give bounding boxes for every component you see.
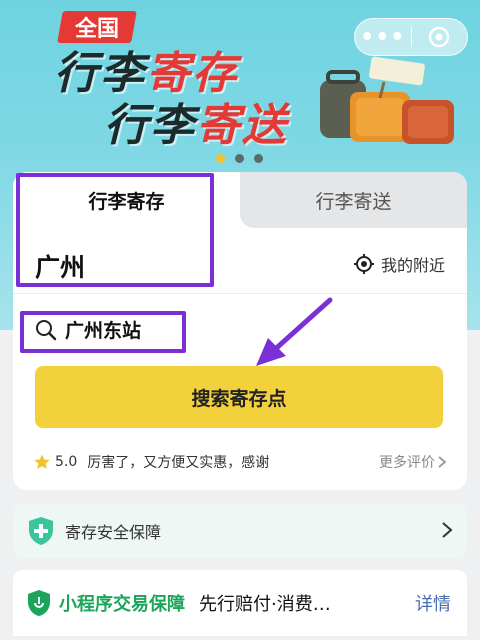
search-value: 广州东站 [65,320,142,342]
location-row: 广州 我的附近 [13,228,467,294]
transaction-guarantee-bar[interactable]: 小程序交易保障 先行赔付·消费… 详情 [13,570,467,636]
search-input[interactable]: 广州东站 [35,316,141,343]
more-reviews-label: 更多评价 [379,455,435,471]
rating-score: 5.0 [55,454,78,470]
storage-safety-bar[interactable]: 寄存安全保障 [13,504,467,558]
luggage-illustration [320,56,454,144]
more-dots-icon[interactable]: ••• [355,25,411,50]
search-card: 行李寄存 行李寄送 广州 我的附近 广州东站 搜索寄存点 5.0 厉害了，又方便… [13,172,467,490]
more-reviews-link[interactable]: 更多评价 [379,452,447,472]
review-snippet: 厉害了，又方便又实惠，感谢 [87,455,270,471]
search-icon [36,319,57,340]
banner-headline-line1: 行李寄存 [54,48,238,99]
search-storage-button[interactable]: 搜索寄存点 [35,366,443,428]
star-icon [34,454,50,469]
carousel-dot[interactable] [216,154,225,163]
chevron-right-icon [438,456,447,468]
tab-luggage-storage[interactable]: 行李寄存 [13,172,240,228]
nearby-label: 我的附近 [380,256,445,275]
guarantee-title: 小程序交易保障 [59,594,185,615]
safety-label: 寄存安全保障 [65,523,162,542]
carousel-dot[interactable] [254,154,263,163]
guarantee-description: 先行赔付·消费… [199,594,331,615]
chevron-right-icon [442,522,453,538]
shield-plus-icon [29,517,53,545]
carousel-indicator [216,154,263,163]
tab-luggage-delivery[interactable]: 行李寄送 [240,172,467,228]
nearby-button[interactable]: 我的附近 [353,252,445,276]
nationwide-badge: 全国 [57,11,137,43]
guarantee-detail-link[interactable]: 详情 [415,590,451,616]
city-selector[interactable]: 广州 [35,248,85,284]
review-row: 5.0 厉害了，又方便又实惠，感谢 更多评价 [33,450,447,474]
guarantee-shield-icon [28,590,50,616]
miniprogram-capsule: ••• [354,18,468,56]
close-target-icon[interactable] [411,26,467,48]
carousel-dot[interactable] [235,154,244,163]
banner-headline-line2: 行李寄送 [104,100,288,151]
locate-icon [353,254,374,274]
